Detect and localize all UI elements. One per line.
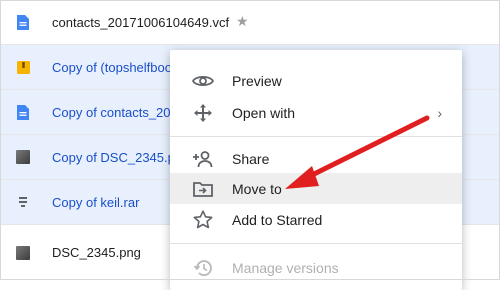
doc-icon — [16, 104, 30, 120]
file-name: Copy of (topshelfboo — [52, 59, 172, 75]
folder-move-icon — [192, 178, 214, 200]
menu-divider — [170, 136, 462, 137]
context-menu: Preview Open with › Share Move to Add to… — [170, 50, 462, 290]
file-name: Copy of DSC_2345.pn — [52, 149, 183, 165]
move-arrows-icon — [192, 102, 214, 124]
menu-label: Share — [232, 150, 270, 167]
menu-label: Open with — [232, 104, 296, 121]
menu-item-manage-versions[interactable]: Manage versions — [170, 252, 462, 283]
file-name: Copy of keil.rar — [52, 194, 140, 210]
doc-icon — [16, 14, 30, 30]
menu-label: Move to — [232, 180, 282, 197]
archive-icon — [16, 59, 30, 75]
file-name: DSC_2345.png — [52, 245, 141, 260]
menu-label: Add to Starred — [232, 211, 323, 228]
menu-item-add-to-starred[interactable]: Add to Starred — [170, 204, 462, 235]
chevron-right-icon: › — [437, 104, 442, 121]
menu-label: Manage versions — [232, 259, 339, 276]
menu-item-preview[interactable]: Preview — [170, 65, 462, 96]
history-icon — [192, 257, 214, 279]
menu-item-share[interactable]: Share — [170, 143, 462, 174]
person-add-icon — [192, 148, 214, 170]
rar-icon — [16, 194, 30, 210]
star-icon[interactable]: ★ — [236, 13, 249, 30]
menu-item-move-to[interactable]: Move to — [170, 173, 462, 204]
image-icon — [16, 149, 30, 165]
menu-label: Preview — [232, 72, 282, 89]
eye-icon — [192, 70, 214, 92]
menu-divider — [170, 243, 462, 244]
file-name: contacts_20171006104649.vcf — [52, 14, 230, 30]
star-outline-icon — [192, 209, 214, 231]
image-icon — [16, 245, 30, 261]
file-name: Copy of contacts_201 — [52, 104, 178, 120]
file-row[interactable]: contacts_20171006104649.vcf ★ — [0, 0, 500, 45]
menu-item-open-with[interactable]: Open with › — [170, 97, 462, 128]
